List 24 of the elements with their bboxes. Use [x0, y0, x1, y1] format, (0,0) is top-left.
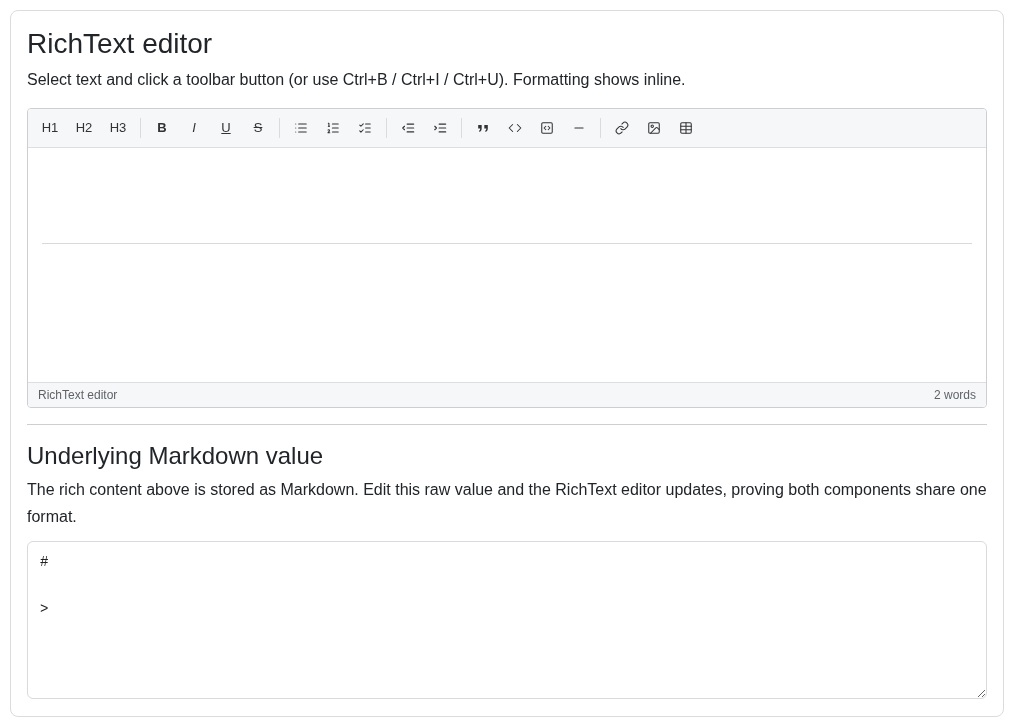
page-title: RichText editor — [27, 27, 214, 61]
code-icon — [508, 121, 522, 135]
markdown-textarea[interactable]: # > — [27, 541, 987, 699]
numbered-list-icon — [326, 121, 340, 135]
bold-button[interactable]: B — [147, 114, 177, 142]
heading-button[interactable]: H2 — [68, 114, 100, 142]
section-description: The rich content above is stored as Markdown. Edit this raw value and the RichText editor updates, proving both components share one format. — [27, 480, 987, 527]
strikethrough-button[interactable]: S — [243, 114, 273, 142]
editor-label: RichText editor — [38, 387, 118, 404]
section-heading: Underlying Markdown value — [27, 441, 325, 470]
indent-icon — [433, 121, 447, 135]
table-icon — [679, 121, 693, 135]
checklist-icon — [358, 121, 372, 135]
code-block-icon — [540, 121, 554, 135]
outdent-icon — [401, 121, 415, 135]
heading-button[interactable]: H1 — [34, 114, 66, 142]
link-icon — [615, 121, 629, 135]
heading-button[interactable]: H3 — [102, 114, 134, 142]
word-count: 2 words — [933, 387, 976, 404]
bullet-list-icon — [294, 121, 308, 135]
italic-button[interactable]: I — [179, 114, 209, 142]
page-description: Select text and click a toolbar button (or use Ctrl+B / Ctrl+I / Ctrl+U). Formatting shows inline. — [27, 70, 687, 90]
underline-button[interactable]: U — [211, 114, 241, 142]
image-icon — [647, 121, 661, 135]
